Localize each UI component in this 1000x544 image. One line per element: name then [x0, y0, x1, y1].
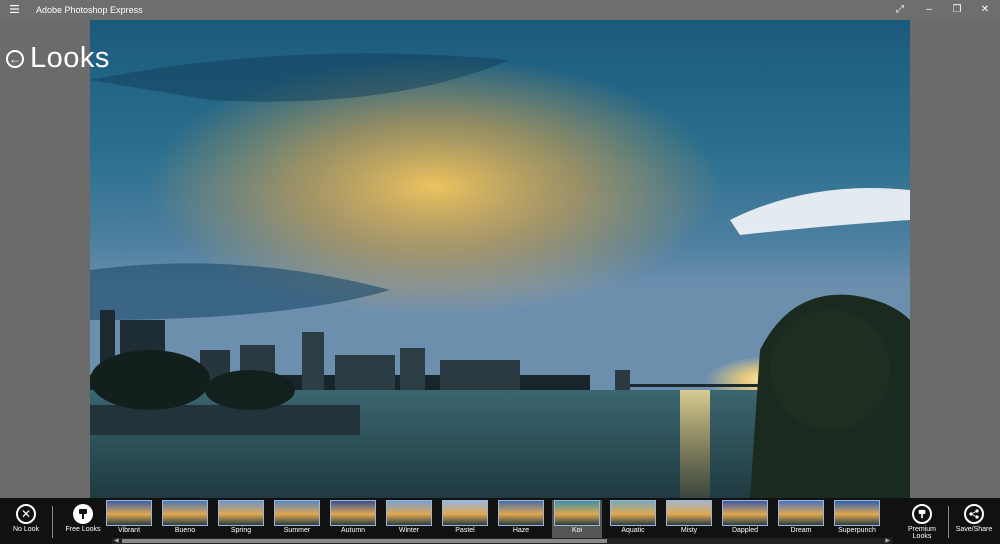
expand-icon[interactable]: ⤢ — [886, 0, 914, 20]
restore-icon[interactable]: ❐ — [943, 0, 971, 20]
page-title: Looks — [30, 42, 110, 74]
look-thumb-image — [778, 500, 824, 526]
share-icon — [964, 504, 984, 524]
paint-roller-icon — [912, 504, 932, 524]
no-look-button[interactable]: ✕ No Look — [6, 498, 46, 544]
look-thumb-image — [218, 500, 264, 526]
look-label: Misty — [680, 527, 698, 534]
save-share-label: Save/Share — [955, 526, 993, 533]
save-share-button[interactable]: Save/Share — [954, 498, 994, 544]
look-thumb[interactable]: Autumn — [328, 500, 378, 538]
look-thumb-selected[interactable]: Koi — [552, 500, 602, 538]
scroll-right-icon[interactable]: ▶ — [885, 538, 890, 544]
look-label: Summer — [283, 527, 311, 534]
look-thumb-image — [834, 500, 880, 526]
minimize-icon[interactable]: – — [915, 0, 943, 20]
look-thumb-image — [554, 500, 600, 526]
look-thumb[interactable]: Misty — [664, 500, 714, 538]
look-thumb-image — [162, 500, 208, 526]
close-icon[interactable]: ✕ — [971, 0, 999, 20]
look-label: Bueno — [174, 527, 196, 534]
look-label: Aquatic — [621, 527, 645, 534]
look-label: Pastel — [455, 527, 475, 534]
no-look-label: No Look — [12, 526, 40, 533]
look-label: Autumn — [340, 527, 366, 534]
photo-image — [90, 20, 910, 498]
look-label: Dream — [790, 527, 812, 534]
paint-roller-icon — [73, 504, 93, 524]
divider — [52, 506, 53, 538]
look-label: Dappled — [731, 527, 759, 534]
look-thumb-image — [386, 500, 432, 526]
photo-canvas[interactable] — [90, 20, 910, 498]
header: ← Looks — [6, 42, 110, 75]
back-arrow-icon[interactable]: ← — [6, 49, 24, 68]
look-thumb[interactable]: Superpunch — [832, 500, 882, 538]
look-thumb-image — [330, 500, 376, 526]
look-thumb[interactable]: Dappled — [720, 500, 770, 538]
app-title: Adobe Photoshop Express — [36, 5, 143, 15]
look-label: Haze — [512, 527, 530, 534]
look-label: Superpunch — [838, 527, 876, 534]
look-thumb[interactable]: Vibrant — [104, 500, 154, 538]
premium-looks-label: Premium Looks — [907, 526, 936, 540]
look-thumb[interactable]: Bueno — [160, 500, 210, 538]
look-thumb-image — [274, 500, 320, 526]
look-thumb-image — [666, 500, 712, 526]
look-thumb-image — [442, 500, 488, 526]
look-thumb-image — [610, 500, 656, 526]
look-thumb[interactable]: Spring — [216, 500, 266, 538]
scrollbar-thumb[interactable] — [122, 539, 607, 543]
look-thumb[interactable]: Dream — [776, 500, 826, 538]
scroll-left-icon[interactable]: ◀ — [114, 538, 119, 544]
look-thumb[interactable]: Pastel — [440, 500, 490, 538]
look-thumb-image — [722, 500, 768, 526]
hamburger-menu-icon[interactable] — [10, 5, 19, 13]
looks-scrollbar[interactable]: ◀ ▶ — [112, 538, 892, 544]
premium-looks-button[interactable]: Premium Looks — [898, 498, 946, 544]
look-label: Koi — [571, 527, 583, 534]
look-thumb[interactable]: Haze — [496, 500, 546, 538]
look-thumb-image — [106, 500, 152, 526]
divider — [948, 506, 949, 538]
free-looks-label: Free Looks — [65, 526, 101, 533]
title-bar: Adobe Photoshop Express ⤢ – ❐ ✕ — [0, 0, 1000, 20]
look-label: Winter — [398, 527, 420, 534]
look-thumb[interactable]: Summer — [272, 500, 322, 538]
free-looks-button[interactable]: Free Looks — [62, 498, 104, 544]
look-label: Vibrant — [117, 527, 141, 534]
look-thumb-image — [498, 500, 544, 526]
look-thumb[interactable]: Aquatic — [608, 500, 658, 538]
look-thumb[interactable]: Winter — [384, 500, 434, 538]
look-label: Spring — [230, 527, 252, 534]
close-circle-icon: ✕ — [16, 504, 36, 524]
